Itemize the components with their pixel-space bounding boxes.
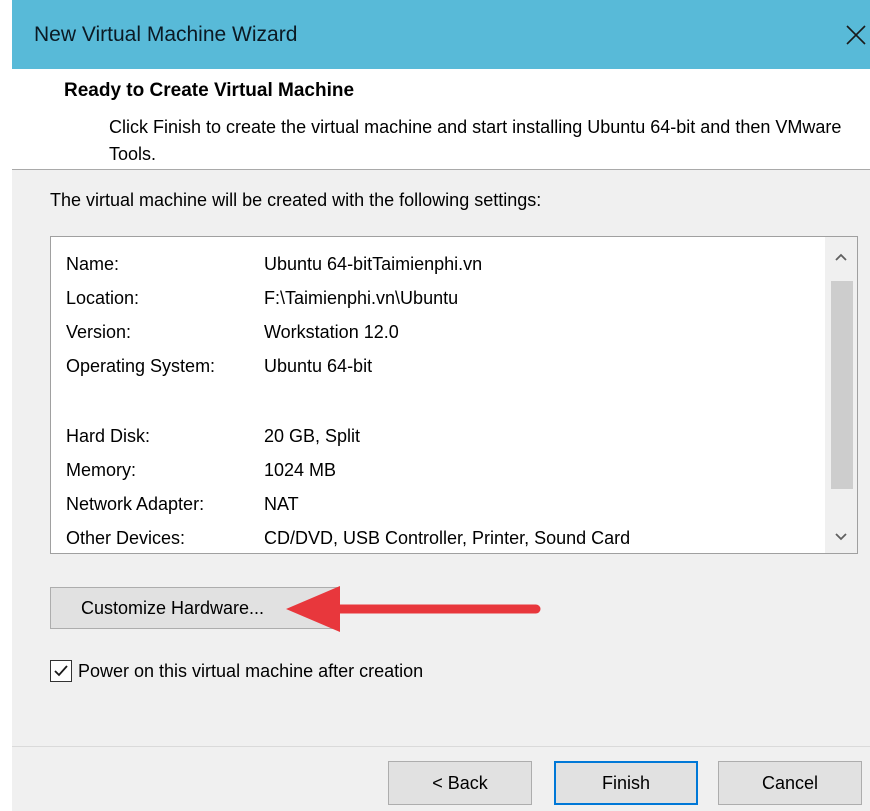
window-title: New Virtual Machine Wizard [34,23,298,46]
power-on-checkbox[interactable] [50,660,72,682]
setting-label: Version: [66,322,132,342]
setting-label: Memory: [66,460,137,480]
setting-value: 1024 MB [264,460,337,480]
setting-value: F:\Taimienphi.vn\Ubuntu [264,288,459,308]
page-title: Ready to Create Virtual Machine [64,80,355,101]
close-button[interactable] [838,16,870,54]
scroll-up-button[interactable] [825,241,857,273]
setting-value: Ubuntu 64-bit [264,356,373,376]
vertical-scrollbar[interactable] [825,237,857,553]
chevron-down-icon [835,533,847,541]
chevron-up-icon [835,253,847,261]
settings-summary-list[interactable]: Name: Ubuntu 64-bitTaimienphi.vn Locatio… [50,236,858,554]
scroll-down-button[interactable] [825,521,857,553]
setting-label: Other Devices: [66,528,186,548]
settings-intro-text: The virtual machine will be created with… [50,190,542,210]
setting-label: Location: [66,288,140,308]
customize-hardware-button[interactable]: Customize Hardware... [50,587,338,629]
setting-value: CD/DVD, USB Controller, Printer, Sound C… [264,528,631,548]
back-button[interactable]: < Back [388,761,532,805]
wizard-window: New Virtual Machine Wizard Ready to Crea… [0,0,870,811]
footer-divider [12,746,870,747]
page-description: Click Finish to create the virtual machi… [109,117,842,164]
setting-value: Workstation 12.0 [264,322,399,342]
setting-value: 20 GB, Split [264,426,361,446]
power-on-label: Power on this virtual machine after crea… [78,660,424,681]
setting-label: Hard Disk: [66,426,151,446]
setting-label: Operating System: [66,356,216,376]
finish-button[interactable]: Finish [554,761,698,805]
power-on-option[interactable]: Power on this virtual machine after crea… [50,658,423,684]
cancel-button[interactable]: Cancel [718,761,862,805]
setting-label: Network Adapter: [66,494,205,514]
window-left-border [0,0,12,811]
wizard-header: Ready to Create Virtual Machine Click Fi… [12,69,870,170]
checkmark-icon [54,665,68,677]
title-bar[interactable]: New Virtual Machine Wizard [12,0,870,69]
setting-value: NAT [264,494,299,514]
close-icon [846,25,866,45]
setting-label: Name: [66,254,120,274]
setting-value: Ubuntu 64-bitTaimienphi.vn [264,254,483,274]
scroll-thumb[interactable] [831,281,853,489]
